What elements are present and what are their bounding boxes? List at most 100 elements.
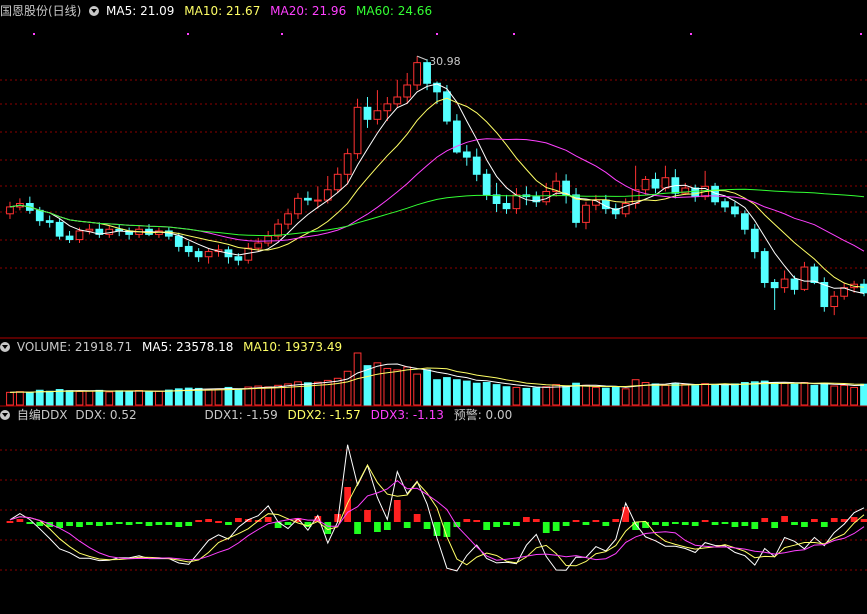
candle-body xyxy=(721,201,729,208)
ddx-bar xyxy=(671,522,679,524)
candle-body xyxy=(313,199,322,202)
volume-bar xyxy=(621,388,630,406)
ma5-label: MA5: 21.09 xyxy=(106,4,175,18)
candle-body xyxy=(184,245,193,253)
volume-bar xyxy=(164,389,173,406)
candle-body xyxy=(353,106,362,155)
volume-ma5-label: MA5: 23578.18 xyxy=(142,340,234,354)
ddx-bar xyxy=(6,521,14,523)
ddx-bar xyxy=(830,518,838,522)
volume-bar xyxy=(135,390,143,406)
volume-bar xyxy=(830,385,839,406)
collapse-caret-icon[interactable] xyxy=(89,6,100,16)
volume-bar xyxy=(611,386,620,406)
candle-body xyxy=(542,190,551,203)
ddx-bar xyxy=(592,520,600,522)
volume-bar xyxy=(671,382,680,406)
candle-body xyxy=(45,220,54,223)
volume-bar xyxy=(482,382,491,406)
ddx-bar xyxy=(195,520,203,522)
volume-bar xyxy=(105,391,114,406)
volume-bar xyxy=(472,382,481,406)
stock-chart[interactable]: 30.98 xyxy=(0,0,867,614)
ddx-bar xyxy=(761,518,769,522)
volume-bar xyxy=(780,382,789,406)
marker-dot xyxy=(33,33,35,35)
ddx-bar xyxy=(354,522,361,534)
candle-body xyxy=(860,283,867,294)
ddx-bar xyxy=(155,522,163,525)
ddx-bar xyxy=(791,522,798,525)
alarm-label: 预警: 0.00 xyxy=(453,408,513,422)
volume-bar xyxy=(850,386,858,406)
candle-body xyxy=(373,110,382,120)
candle-body xyxy=(6,206,14,215)
candle-body xyxy=(790,278,799,290)
volume-bar xyxy=(452,379,461,406)
ddx-bar xyxy=(691,522,699,526)
candle-body xyxy=(651,178,660,189)
candle-body xyxy=(492,194,501,204)
volume-bar xyxy=(721,384,729,406)
price-panel-header: 国恩股份(日线) MA5: 21.09 MA10: 21.67 MA20: 21… xyxy=(0,3,438,19)
volume-bar xyxy=(820,382,829,406)
ddx-bar xyxy=(820,522,828,527)
volume-bar xyxy=(85,390,94,406)
ddx-bar xyxy=(185,522,193,526)
ddx-bar xyxy=(741,522,749,526)
ddx-bar xyxy=(374,522,381,532)
ddx-bar xyxy=(125,522,133,525)
ddx-bar xyxy=(165,522,173,525)
candle-body xyxy=(740,213,749,230)
ddx-bar xyxy=(105,522,113,525)
ddx-bar xyxy=(513,522,520,526)
ddx-bar xyxy=(781,516,788,522)
candle-body xyxy=(810,266,819,283)
volume-bar xyxy=(492,384,501,406)
volume-bar xyxy=(6,391,14,406)
candle-body xyxy=(194,251,203,258)
ddx-label: DDX: 0.52 xyxy=(75,408,137,422)
collapse-caret-icon[interactable] xyxy=(0,342,10,352)
ddx-bar xyxy=(423,522,431,529)
volume-bar xyxy=(443,377,451,406)
volume-bar xyxy=(214,388,223,406)
collapse-caret-icon[interactable] xyxy=(0,410,10,420)
volume-bar xyxy=(800,382,809,406)
ddx-bar xyxy=(731,522,739,527)
volume-bar xyxy=(383,367,392,406)
candle-body xyxy=(731,206,739,215)
volume-bar xyxy=(95,389,104,406)
ma5-line xyxy=(9,83,865,294)
ddx-bar xyxy=(801,522,808,527)
ddx-bar xyxy=(403,522,411,528)
candle-body xyxy=(443,91,451,122)
candle-body xyxy=(264,235,273,244)
ddx1-label: DDX1: -1.59 xyxy=(204,408,278,422)
ddx3-label: DDX3: -1.13 xyxy=(370,408,444,422)
ddx-bar xyxy=(721,522,729,524)
candle-body xyxy=(691,187,700,198)
candle-body xyxy=(462,151,471,158)
volume-bar xyxy=(343,370,352,406)
volume-bar xyxy=(264,386,273,406)
ddx-bar xyxy=(532,519,540,522)
candle-body xyxy=(512,194,521,210)
marker-dot xyxy=(860,33,862,35)
volume-bar xyxy=(65,390,74,406)
volume-bar xyxy=(661,384,670,406)
ddx-bar xyxy=(393,500,401,522)
ddx-bar xyxy=(364,510,371,522)
volume-bar xyxy=(16,391,24,406)
volume-bar xyxy=(155,390,163,406)
volume-bar xyxy=(711,384,719,406)
candle-body xyxy=(304,197,312,201)
volume-bar xyxy=(542,386,551,406)
ddx-bar xyxy=(284,522,292,525)
candle-body xyxy=(343,153,352,175)
volume-bar xyxy=(204,389,213,406)
ddx-bar xyxy=(235,518,242,522)
volume-bar xyxy=(333,377,342,406)
marker-dot xyxy=(281,33,283,35)
ddx-bar xyxy=(473,520,481,522)
